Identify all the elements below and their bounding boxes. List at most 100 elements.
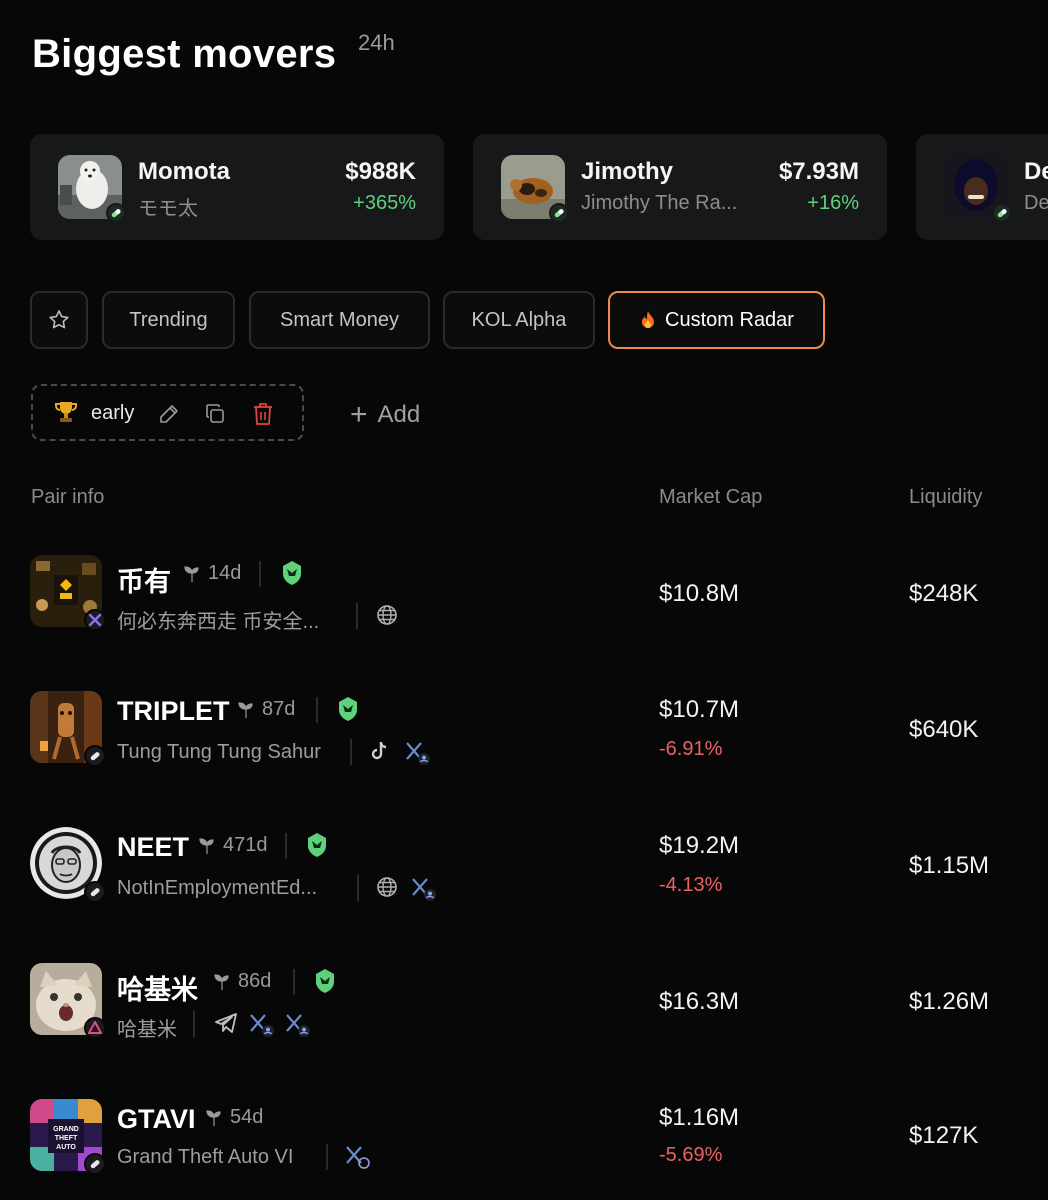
table-row[interactable]: 哈基米 86d 哈基米 $16.3M $1.26M — [0, 932, 1048, 1068]
trophy-icon — [55, 402, 77, 422]
liquidity-value: $1.15M — [909, 852, 990, 879]
sprout-icon — [206, 1109, 221, 1126]
tab-custom-radar[interactable]: Custom Radar — [608, 291, 825, 349]
token-age: 54d — [204, 1106, 263, 1129]
svg-text:THEFT: THEFT — [55, 1135, 78, 1142]
token-description: Grand Theft Auto VI — [117, 1146, 294, 1168]
x-community-icon[interactable] — [248, 1012, 276, 1038]
plus-icon: + — [350, 398, 368, 431]
x-community-icon[interactable] — [284, 1012, 312, 1038]
radar-preset-chip[interactable]: early — [31, 384, 304, 441]
x-search-icon[interactable] — [344, 1144, 372, 1170]
mover-card-jimothy[interactable]: Jimothy Jimothy The Ra... $7.93M +16% — [473, 134, 887, 240]
market-cap-value: $19.2M — [659, 832, 740, 859]
token-symbol: NEET — [117, 832, 190, 862]
sprout-icon — [199, 837, 214, 854]
tab-label: Trending — [129, 308, 208, 331]
divider — [316, 697, 318, 723]
table-row[interactable]: NEET 471d NotInEmploymentEd... $19.2M -4… — [0, 796, 1048, 932]
liquidity-value: $127K — [909, 1122, 979, 1149]
pill-icon — [84, 745, 106, 767]
divider — [326, 1144, 328, 1170]
token-symbol: TRIPLET — [117, 696, 230, 726]
divider — [356, 603, 358, 629]
mover-subtitle: モモ太 — [138, 198, 198, 220]
token-symbol: GTAVI — [117, 1104, 196, 1134]
mover-card-momota[interactable]: Momota モモ太 $988K +365% — [30, 134, 444, 240]
divider — [193, 1011, 195, 1037]
mover-price: $988K — [345, 158, 416, 185]
tab-kol-alpha[interactable]: KOL Alpha — [443, 291, 595, 349]
delete-icon[interactable] — [251, 401, 275, 427]
market-cap-value: $16.3M — [659, 988, 740, 1015]
page-title: Biggest movers — [32, 32, 337, 76]
eagle-icon — [339, 697, 357, 721]
token-age: 14d — [182, 562, 241, 585]
token-symbol: 哈基米 — [117, 975, 198, 1005]
eagle-icon — [316, 969, 334, 993]
mover-subtitle: Jimothy The Ra... — [581, 192, 738, 214]
table-row[interactable]: TRIPLET 87d Tung Tung Tung Sahur $10.7M … — [0, 660, 1048, 796]
mover-price: $7.93M — [778, 158, 859, 185]
chain-badge — [84, 609, 106, 631]
eagle-icon — [283, 561, 301, 585]
column-header-market-cap[interactable]: Market Cap — [659, 486, 762, 509]
tab-smart-money[interactable]: Smart Money — [249, 291, 430, 349]
favorites-tab[interactable] — [30, 291, 88, 349]
sprout-icon — [184, 565, 199, 582]
divider — [259, 561, 261, 587]
market-cap-value: $10.7M — [659, 696, 740, 723]
liquidity-value: $1.26M — [909, 988, 990, 1015]
sprout-icon — [238, 701, 253, 718]
token-description: 哈基米 — [117, 1019, 177, 1041]
divider — [293, 969, 295, 995]
column-header-pair-info[interactable]: Pair info — [31, 486, 104, 509]
edit-icon[interactable] — [157, 402, 181, 426]
copy-icon[interactable] — [203, 402, 227, 426]
market-cap-value: $1.16M — [659, 1104, 740, 1131]
globe-icon[interactable] — [376, 604, 398, 626]
pill-icon — [84, 1153, 106, 1175]
table-row[interactable]: GRAND THEFT AUTO GTAVI 54d Grand Theft Aut… — [0, 1068, 1048, 1200]
add-label: Add — [377, 401, 421, 428]
x-community-icon[interactable] — [410, 876, 438, 902]
tab-trending[interactable]: Trending — [102, 291, 235, 349]
age-label: 14d — [208, 562, 242, 584]
token-age: 86d — [212, 970, 271, 993]
liquidity-value: $640K — [909, 716, 979, 743]
period-label: 24h — [358, 30, 395, 55]
globe-icon[interactable] — [376, 876, 398, 898]
market-cap-change: -4.13% — [659, 874, 723, 896]
mover-name: Jimothy — [581, 158, 674, 185]
column-header-liquidity[interactable]: Liquidity — [909, 486, 982, 509]
fire-icon — [642, 311, 655, 328]
chain-badge — [84, 1017, 106, 1039]
mover-subtitle: De — [1024, 192, 1048, 214]
divider — [350, 739, 352, 765]
token-description: 何必东奔西走 币安全... — [117, 611, 320, 633]
telegram-icon[interactable] — [214, 1012, 238, 1034]
mover-card-partial[interactable]: De De — [916, 134, 1048, 240]
add-radar-button[interactable]: + Add — [350, 398, 420, 432]
tab-label: Smart Money — [280, 308, 399, 331]
tab-label: KOL Alpha — [471, 308, 567, 331]
token-age: 87d — [236, 698, 295, 721]
radar-preset-label: early — [91, 402, 135, 424]
age-label: 54d — [230, 1106, 264, 1128]
age-label: 471d — [223, 834, 268, 856]
tiktok-icon[interactable] — [370, 740, 390, 762]
mover-change: +16% — [807, 192, 859, 214]
market-cap-value: $10.8M — [659, 580, 740, 607]
mover-name: Momota — [138, 158, 230, 185]
mover-name: De — [1024, 158, 1048, 185]
x-community-icon[interactable] — [404, 740, 432, 766]
divider — [285, 833, 287, 859]
token-age: 471d — [197, 834, 268, 857]
age-label: 87d — [262, 698, 296, 720]
eagle-icon — [308, 833, 326, 857]
pill-icon — [992, 203, 1012, 223]
table-row[interactable]: 币有 14d 何必东奔西走 币安全... $10.8M $248K — [0, 524, 1048, 660]
market-cap-change: -5.69% — [659, 1144, 723, 1166]
star-icon — [49, 310, 69, 329]
age-label: 86d — [238, 970, 272, 992]
